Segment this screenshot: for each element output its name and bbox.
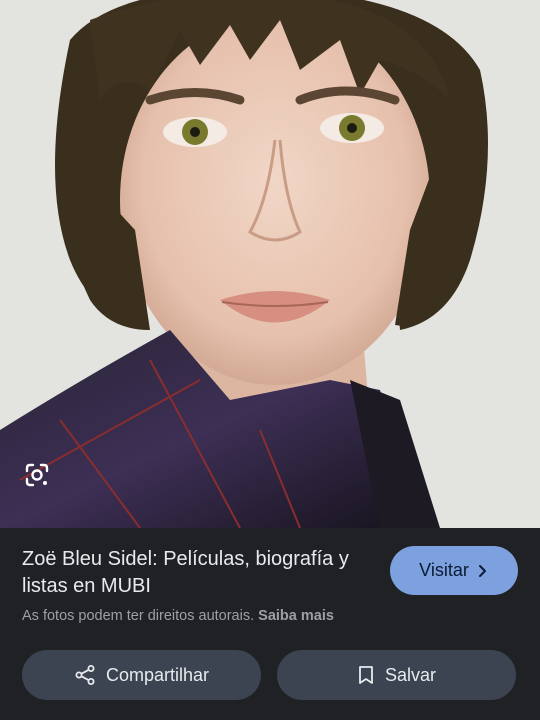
share-label: Compartilhar — [105, 664, 210, 685]
result-info-panel: Zoë Bleu Sidel: Películas, biografía y l… — [0, 528, 540, 720]
visit-button-label: Visitar — [419, 560, 469, 580]
save-label: Salvar — [384, 664, 437, 685]
result-image[interactable] — [0, 0, 540, 528]
learn-more-link[interactable]: Saiba mais — [258, 608, 334, 624]
visit-button[interactable]: Visitar — [390, 546, 518, 595]
copyright-text: As fotos podem ter direitos autorais. — [22, 608, 255, 624]
chevron-right-icon — [478, 564, 486, 577]
google-lens-icon — [25, 463, 49, 487]
copyright-notice: As fotos podem ter direitos autorais. Sa… — [22, 608, 334, 624]
share-button[interactable]: Compartilhar — [22, 650, 261, 700]
share-icon — [75, 665, 95, 685]
action-bar: Compartilhar Salvar — [22, 650, 516, 700]
google-lens-button[interactable] — [24, 462, 68, 506]
save-button[interactable]: Salvar — [277, 650, 516, 700]
result-title[interactable]: Zoë Bleu Sidel: Películas, biografía y l… — [22, 546, 377, 600]
portrait-illustration — [0, 0, 540, 528]
bookmark-icon — [359, 666, 373, 684]
